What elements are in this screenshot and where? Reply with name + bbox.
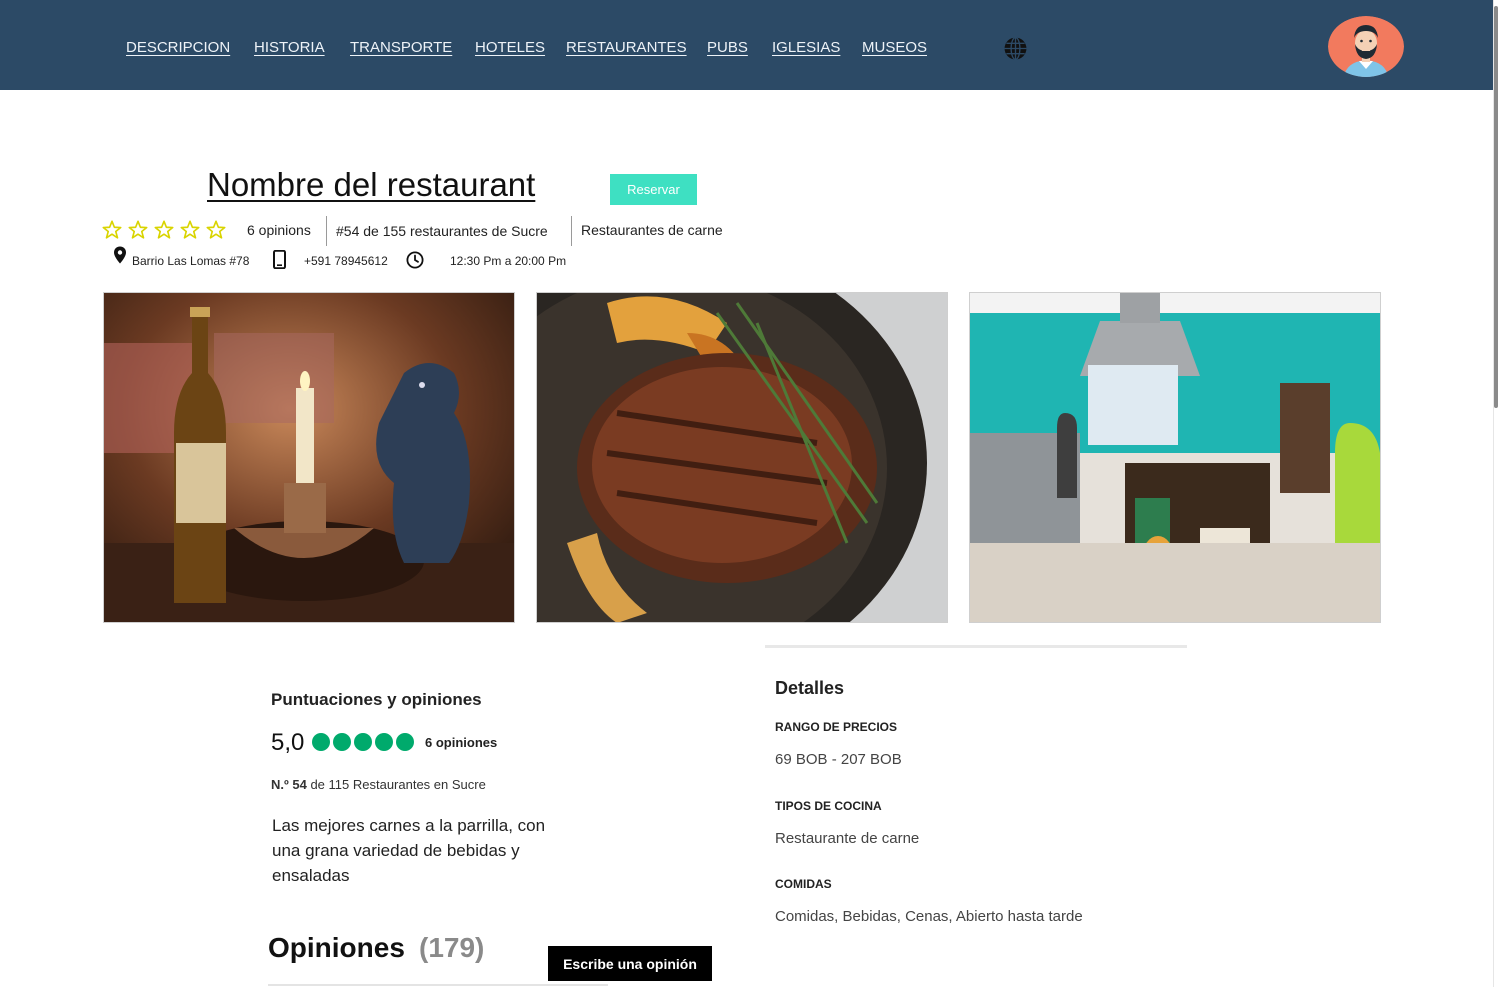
opinions-count[interactable]: 6 opinions [247, 222, 311, 238]
user-avatar-icon[interactable] [1328, 16, 1404, 77]
nav-link-pubs[interactable]: PUBS [707, 39, 748, 56]
price-range-value: 69 BOB - 207 BOB [775, 751, 902, 768]
rating-score: 5,0 [271, 729, 305, 756]
grilled-steak-photo[interactable] [536, 292, 948, 623]
rating-bubble-icon [312, 733, 330, 751]
restaurant-title: Nombre del restaurant [207, 166, 536, 203]
nav-link-historia[interactable]: HISTORIA [254, 39, 325, 56]
nav-link-descripcion[interactable]: DESCRIPCION [126, 39, 230, 56]
nav-link-museos[interactable]: MUSEOS [862, 39, 927, 56]
reviews-count: (179) [419, 932, 485, 963]
price-range-label: RANGO DE PRECIOS [775, 720, 898, 734]
nav-link-transporte[interactable]: TRANSPORTE [350, 39, 452, 56]
address-text: Barrio Las Lomas #78 [132, 254, 250, 268]
ratings-opinions-count[interactable]: 6 opiniones [425, 735, 497, 750]
rank-line[interactable]: N.º 54 de 115 Restaurantes en Sucre [271, 777, 486, 792]
divider [571, 216, 572, 246]
cuisine-type-label: TIPOS DE COCINA [775, 799, 882, 813]
meals-value: Comidas, Bebidas, Cenas, Abierto hasta t… [775, 908, 1083, 925]
star-icon [180, 220, 200, 239]
meals-label: COMIDAS [775, 877, 832, 891]
reserve-button[interactable]: Reservar [610, 174, 697, 205]
nav-link-iglesias[interactable]: IGLESIAS [772, 39, 840, 56]
clock-icon [406, 251, 424, 269]
rating-bubbles [312, 733, 414, 751]
cuisine-type-value: Restaurante de carne [775, 830, 920, 847]
write-review-button[interactable]: Escribe una opinión [548, 946, 712, 981]
location-pin-icon [114, 246, 126, 264]
details-title: Detalles [775, 678, 845, 698]
scrollbar-thumb[interactable] [1494, 6, 1498, 408]
bar-table-photo[interactable] [103, 292, 515, 623]
rating-bubble-icon [354, 733, 372, 751]
restaurant-description: Las mejores carnes a la parrilla, con un… [272, 816, 546, 885]
nav-link-hoteles[interactable]: HOTELES [475, 39, 545, 56]
rating-bubble-icon [333, 733, 351, 751]
rating-bubble-icon [396, 733, 414, 751]
divider [268, 984, 608, 986]
rank-number: N.º 54 [271, 777, 307, 792]
globe-icon[interactable] [1003, 36, 1028, 61]
rating-bubble-icon [375, 733, 393, 751]
hours-text: 12:30 Pm a 20:00 Pm [450, 254, 567, 268]
star-icon [206, 220, 226, 239]
star-icon [102, 220, 122, 239]
reviews-title: Opiniones [268, 932, 405, 963]
ranking-text: #54 de 155 restaurantes de Sucre [336, 223, 548, 239]
divider [765, 645, 1187, 648]
nav-link-restaurantes[interactable]: RESTAURANTES [566, 39, 687, 56]
kitchen-photo[interactable] [969, 292, 1381, 623]
star-icon [128, 220, 148, 239]
divider [326, 216, 327, 246]
rating-stars [101, 219, 227, 241]
phone-text: +591 78945612 [304, 254, 388, 268]
category-text: Restaurantes de carne [581, 222, 723, 238]
star-icon [154, 220, 174, 239]
ratings-title: Puntuaciones y opiniones [271, 690, 482, 709]
top-nav-bar: DESCRIPCION HISTORIA TRANSPORTE HOTELES … [0, 0, 1493, 90]
phone-icon [273, 250, 286, 269]
rank-description: de 115 Restaurantes en Sucre [310, 777, 486, 792]
